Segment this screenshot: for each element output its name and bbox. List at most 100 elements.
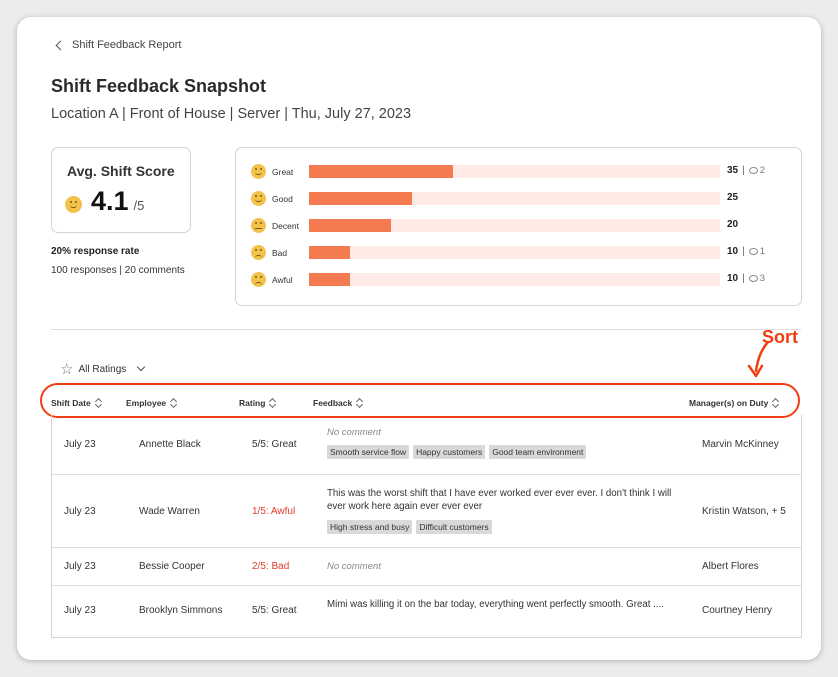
- sort-annotation-arrow: [747, 340, 770, 378]
- table-row[interactable]: July 23 Annette Black 5/5: Great No comm…: [52, 415, 801, 475]
- smiley-icon: [251, 164, 266, 179]
- distribution-separator: |: [742, 165, 745, 176]
- table-row[interactable]: July 23 Bessie Cooper 2/5: Bad No commen…: [52, 548, 801, 586]
- shift-date-cell: July 23: [64, 506, 96, 517]
- comment-count-value: 2: [759, 165, 766, 176]
- distribution-row-decent: Decent 20: [251, 218, 791, 233]
- response-count: 100 responses | 20 comments: [51, 265, 185, 276]
- avg-score-box: Avg. Shift Score 4.1 /5: [51, 147, 191, 233]
- distribution-bar-fill: [309, 246, 351, 259]
- distribution-count: 35 | 2: [727, 165, 765, 176]
- rating-cell: 2/5: Bad: [252, 561, 290, 572]
- rating-distribution: Great 35 | 2 Good 25 Decent 20 Bad 10 | 1 Awful 10 | 3: [235, 147, 802, 306]
- column-header-label: Shift Date: [51, 397, 91, 408]
- distribution-bar-track: [309, 192, 720, 205]
- comment-bubble-icon: [748, 167, 758, 174]
- page-subtitle: Location A | Front of House | Server | T…: [51, 106, 412, 122]
- manager-cell: Courtney Henry: [702, 605, 773, 616]
- rating-cell: 5/5: Great: [252, 605, 297, 616]
- distribution-count: 10 | 1: [727, 246, 765, 257]
- distribution-bar-track: [309, 273, 720, 286]
- chevron-down-icon: [137, 362, 146, 372]
- avg-score-value: 4.1: [91, 186, 129, 216]
- comment-count-value: 1: [759, 246, 766, 257]
- chevron-left-icon: [55, 40, 66, 50]
- column-header-shift-date[interactable]: Shift Date: [51, 397, 102, 408]
- distribution-count: 20: [727, 219, 738, 230]
- frown-icon: [251, 272, 266, 287]
- feedback-tags: High stress and busy Difficult customers: [327, 520, 687, 534]
- distribution-bar-fill: [309, 273, 351, 286]
- distribution-row-good: Good 25: [251, 191, 791, 206]
- snapshot-card: Shift Feedback Report Shift Feedback Sna…: [17, 17, 821, 660]
- ratings-filter-dropdown[interactable]: ☆ All Ratings: [60, 360, 146, 378]
- feedback-cell: This was the worst shift that I have eve…: [327, 487, 687, 534]
- ratings-filter-label: All Ratings: [78, 363, 127, 375]
- distribution-count-value: 35: [727, 165, 739, 176]
- manager-cell: Marvin McKinney: [702, 439, 779, 450]
- feedback-table: July 23 Annette Black 5/5: Great No comm…: [51, 415, 802, 638]
- distribution-bar-fill: [309, 192, 412, 205]
- sort-icon: [269, 397, 277, 408]
- distribution-count-value: 20: [727, 219, 739, 230]
- feedback-text: Mimi was killing it on the bar today, ev…: [327, 599, 664, 610]
- distribution-row-bad: Bad 10 | 1: [251, 245, 791, 260]
- comment-count: 3: [748, 273, 766, 284]
- employee-cell: Bessie Cooper: [139, 561, 205, 572]
- column-header-employee[interactable]: Employee: [126, 397, 178, 408]
- employee-cell: Annette Black: [139, 439, 201, 450]
- column-header-label: Manager(s) on Duty: [689, 397, 769, 408]
- distribution-count-value: 25: [727, 192, 739, 203]
- smiley-icon: [65, 196, 82, 213]
- tag: Happy customers: [413, 445, 486, 459]
- feedback-cell: No comment Smooth service flow Happy cus…: [327, 427, 587, 459]
- tag: Good team environment: [489, 445, 587, 459]
- distribution-count: 10 | 3: [727, 273, 765, 284]
- avg-score-row: 4.1 /5: [65, 186, 144, 217]
- distribution-bar-track: [309, 246, 720, 259]
- star-icon: ☆: [60, 361, 74, 378]
- distribution-bar-fill: [309, 165, 453, 178]
- column-header-label: Rating: [239, 397, 266, 408]
- response-rate: 20% response rate: [51, 246, 140, 257]
- feedback-text: No comment: [327, 427, 381, 438]
- manager-cell: Kristin Watson, + 5: [702, 506, 786, 517]
- column-header-label: Employee: [126, 397, 167, 408]
- distribution-separator: |: [742, 246, 745, 257]
- page-title: Shift Feedback Snapshot: [51, 76, 267, 96]
- distribution-row-awful: Awful 10 | 3: [251, 272, 791, 287]
- comment-count: 2: [748, 165, 766, 176]
- tag: Difficult customers: [416, 520, 492, 534]
- avg-score-label: Avg. Shift Score: [67, 163, 175, 179]
- employee-cell: Brooklyn Simmons: [139, 605, 223, 616]
- sort-icon: [170, 397, 178, 408]
- rating-cell: 5/5: Great: [252, 439, 297, 450]
- feedback-tags: Smooth service flow Happy customers Good…: [327, 445, 587, 459]
- comment-count-value: 3: [759, 273, 766, 284]
- column-header-feedback[interactable]: Feedback: [313, 397, 364, 408]
- sort-icon: [772, 397, 780, 408]
- shift-date-cell: July 23: [64, 605, 96, 616]
- distribution-bar-track: [309, 219, 720, 232]
- table-row[interactable]: July 23 Wade Warren 1/5: Awful This was …: [52, 475, 801, 548]
- comment-bubble-icon: [748, 275, 758, 282]
- sort-icon: [356, 397, 364, 408]
- column-header-label: Feedback: [313, 397, 353, 408]
- feedback-text: This was the worst shift that I have eve…: [327, 488, 672, 512]
- smiley-icon: [251, 191, 266, 206]
- table-row[interactable]: July 23 Brooklyn Simmons 5/5: Great Mimi…: [52, 586, 801, 637]
- distribution-count-value: 10: [727, 273, 739, 284]
- avg-score-max: /5: [133, 198, 145, 213]
- tag: High stress and busy: [327, 520, 413, 534]
- back-link[interactable]: Shift Feedback Report: [55, 39, 181, 51]
- frown-icon: [251, 245, 266, 260]
- feedback-text: No comment: [327, 561, 381, 572]
- sort-icon: [94, 397, 102, 408]
- distribution-bar-track: [309, 165, 720, 178]
- column-header-managers[interactable]: Manager(s) on Duty: [689, 397, 780, 408]
- rating-cell: 1/5: Awful: [252, 506, 296, 517]
- shift-date-cell: July 23: [64, 439, 96, 450]
- column-header-rating[interactable]: Rating: [239, 397, 277, 408]
- manager-cell: Albert Flores: [702, 561, 759, 572]
- comment-bubble-icon: [748, 248, 758, 255]
